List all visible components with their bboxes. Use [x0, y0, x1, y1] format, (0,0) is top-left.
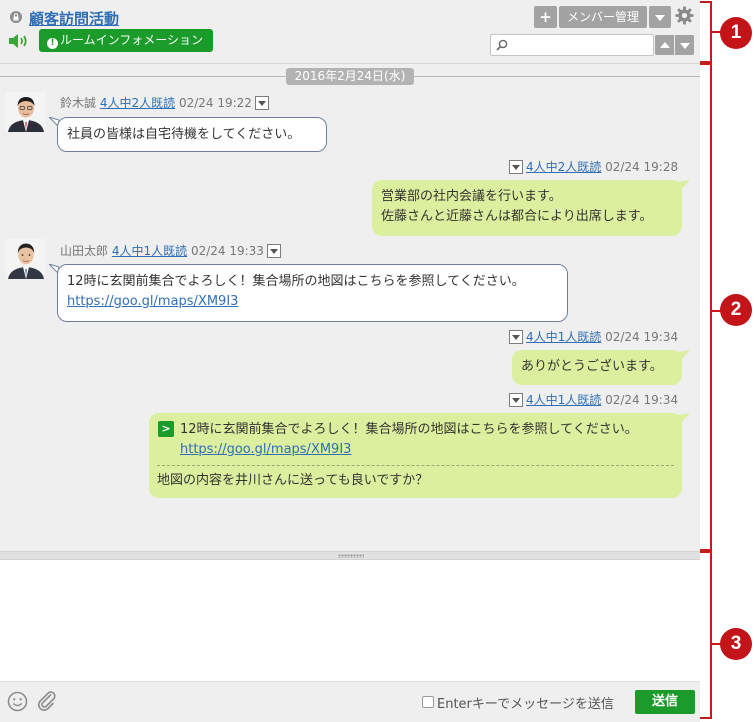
chevron-down-icon	[655, 15, 665, 21]
speaker-icon[interactable]	[7, 32, 29, 50]
message-text: 営業部の社内会議を行います。	[381, 189, 562, 204]
read-status-link[interactable]: 4人中1人既読	[112, 244, 187, 258]
room-title[interactable]: 顧客訪問活動	[29, 8, 119, 29]
bubble-tail	[678, 413, 690, 424]
map-link[interactable]: https://goo.gl/maps/XM9I3	[158, 440, 673, 460]
callout-badge: 2	[720, 294, 752, 326]
avatar[interactable]	[6, 92, 46, 132]
message-meta: 山田太郎 4人中1人既読 02/24 19:33	[60, 242, 284, 259]
gear-icon[interactable]	[675, 6, 694, 25]
message-menu-button[interactable]	[254, 96, 269, 110]
composer	[0, 560, 700, 681]
read-status-link[interactable]: 4人中1人既読	[526, 393, 601, 407]
message-input[interactable]	[0, 560, 700, 681]
read-status-link[interactable]: 4人中2人既読	[526, 160, 601, 174]
section-bracket-header	[700, 1, 712, 63]
search-icon	[496, 39, 508, 51]
message-time: 02/24 19:34	[605, 330, 679, 344]
member-dropdown-button[interactable]	[649, 6, 671, 28]
message-bubble[interactable]: 営業部の社内会議を行います。 佐藤さんと近藤さんは都合により出席します。	[372, 180, 682, 236]
message-text: 佐藤さんと近藤さんは都合により出席します。	[381, 209, 653, 224]
message-time: 02/24 19:22	[178, 96, 252, 110]
search-input[interactable]	[511, 37, 649, 53]
bubble-tail	[678, 180, 690, 191]
message-text: 地図の内容を井川さんに送っても良いですか？	[157, 473, 429, 488]
person-avatar-icon	[6, 92, 46, 132]
enter-send-checkbox[interactable]	[422, 696, 434, 708]
drag-grip-icon	[338, 554, 364, 558]
search-next-button[interactable]	[675, 35, 694, 55]
enter-send-label[interactable]: Enterキーでメッセージを送信	[437, 693, 614, 712]
date-label: 2016年2月24日(水)	[286, 68, 414, 85]
room-info-button[interactable]: ! ルームインフォメーション	[39, 29, 213, 52]
message-text: 社員の皆様は自宅待機をしてください。	[67, 127, 301, 142]
section-bracket-messages	[700, 63, 712, 551]
message-bubble[interactable]: 社員の皆様は自宅待機をしてください。	[57, 117, 327, 152]
add-member-button[interactable]: +	[534, 6, 557, 28]
message-text: 12時に玄関前集合でよろしく！集合場所の地図はこちらを参照してください。	[67, 274, 525, 289]
callout-badge: 1	[720, 17, 752, 49]
message-meta: 4人中2人既読 02/24 19:28	[506, 158, 678, 175]
info-icon: !	[47, 38, 58, 49]
quote-divider	[157, 465, 674, 466]
message-menu-button[interactable]	[509, 393, 523, 407]
quote-icon: >	[158, 421, 174, 437]
room-info-label: ルームインフォメーション	[60, 33, 204, 47]
avatar[interactable]	[6, 239, 46, 279]
message-bubble[interactable]: >12時に玄関前集合でよろしく！集合場所の地図はこちらを参照してください。 ht…	[149, 413, 682, 498]
chevron-up-icon	[660, 42, 670, 48]
callout-badge: 3	[720, 628, 752, 660]
chat-window: 顧客訪問活動 ! ルームインフォメーション + メンバー管理 2016年2月24…	[0, 0, 700, 722]
message-bubble[interactable]: 12時に玄関前集合でよろしく！集合場所の地図はこちらを参照してください。 htt…	[57, 264, 568, 322]
paperclip-icon[interactable]	[36, 690, 58, 712]
room-header: 顧客訪問活動 ! ルームインフォメーション + メンバー管理	[0, 0, 700, 64]
message-meta: 4人中1人既読 02/24 19:34	[506, 328, 678, 345]
search-box	[490, 34, 654, 56]
resize-handle[interactable]	[0, 551, 700, 560]
send-button[interactable]: 送信	[635, 690, 695, 714]
message-bubble[interactable]: ありがとうございます。	[512, 350, 682, 385]
emoji-icon[interactable]	[7, 691, 28, 712]
message-list[interactable]: 2016年2月24日(水) 鈴木誠 4人中2人既読 02/24 19:22 社員…	[0, 64, 700, 551]
member-manage-button[interactable]: メンバー管理	[559, 6, 647, 28]
message-time: 02/24 19:34	[605, 393, 679, 407]
sender-name: 山田太郎	[60, 244, 109, 258]
quoted-text: 12時に玄関前集合でよろしく！集合場所の地図はこちらを参照してください。	[180, 422, 638, 437]
message-time: 02/24 19:33	[190, 244, 264, 258]
sender-name: 鈴木誠	[60, 96, 97, 110]
message-meta: 鈴木誠 4人中2人既読 02/24 19:22	[60, 94, 272, 111]
message-meta: 4人中1人既読 02/24 19:34	[506, 391, 678, 408]
chevron-down-icon	[680, 43, 690, 49]
message-menu-button[interactable]	[266, 244, 281, 258]
read-status-link[interactable]: 4人中2人既読	[100, 96, 175, 110]
quoted-message[interactable]: >12時に玄関前集合でよろしく！集合場所の地図はこちらを参照してください。 ht…	[158, 420, 673, 460]
search-prev-button[interactable]	[655, 35, 674, 55]
section-bracket-composer	[700, 551, 712, 719]
read-status-link[interactable]: 4人中1人既読	[526, 330, 601, 344]
composer-toolbar: Enterキーでメッセージを送信 送信	[0, 681, 700, 722]
map-link[interactable]: https://goo.gl/maps/XM9I3	[67, 292, 558, 312]
person-avatar-icon	[6, 239, 46, 279]
lock-icon	[10, 11, 22, 23]
bubble-tail	[678, 350, 690, 361]
message-menu-button[interactable]	[509, 330, 523, 344]
message-menu-button[interactable]	[509, 160, 523, 174]
message-time: 02/24 19:28	[605, 160, 679, 174]
message-text: ありがとうございます。	[521, 359, 663, 374]
